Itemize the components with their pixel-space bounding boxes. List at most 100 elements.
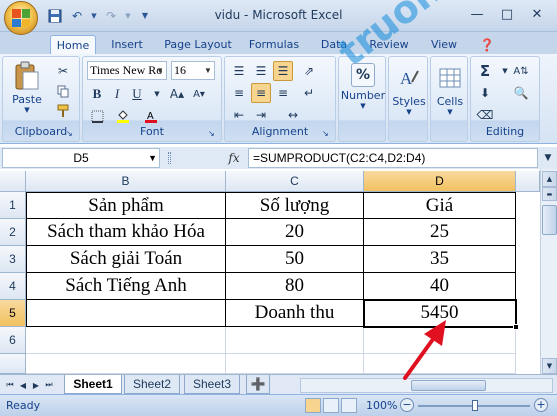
office-button[interactable] — [4, 1, 38, 35]
cell-d4[interactable]: 40 — [364, 273, 516, 300]
maximize-button[interactable]: □ — [493, 4, 521, 24]
tab-insert[interactable]: Insert — [104, 35, 150, 54]
borders-icon[interactable] — [87, 106, 107, 126]
align-bottom-icon[interactable]: ☰ — [273, 61, 293, 81]
next-sheet-icon[interactable]: ▶ — [30, 378, 42, 392]
align-center-icon[interactable]: ≡ — [251, 83, 271, 103]
row-header-7[interactable] — [0, 354, 26, 374]
row-header-2[interactable]: 2 — [0, 219, 26, 246]
cell-b5[interactable] — [26, 300, 226, 327]
last-sheet-icon[interactable]: ⏭ — [43, 378, 55, 392]
cell-d6[interactable] — [364, 327, 516, 354]
fill-color-icon[interactable] — [113, 106, 133, 126]
cell-c1[interactable]: Số lượng — [226, 192, 364, 219]
row-header-1[interactable]: 1 — [0, 192, 26, 219]
tab-formulas[interactable]: Formulas — [244, 35, 304, 54]
normal-view-icon[interactable] — [305, 398, 321, 413]
cell-c5[interactable]: Doanh thu — [226, 300, 364, 327]
zoom-level[interactable]: 100% — [366, 399, 397, 412]
align-right-icon[interactable]: ≡ — [273, 83, 293, 103]
insert-sheet-icon[interactable]: ➕ — [246, 375, 270, 394]
zoom-slider-thumb[interactable] — [472, 400, 478, 411]
row-header-6[interactable]: 6 — [0, 327, 26, 354]
tab-review[interactable]: Review — [364, 35, 414, 54]
bold-button[interactable]: B — [87, 84, 107, 104]
close-button[interactable]: ✕ — [523, 4, 551, 24]
sheet-tab-2[interactable]: Sheet2 — [124, 375, 180, 394]
scroll-up-icon[interactable]: ▲ — [542, 171, 557, 187]
insert-function-button[interactable]: fx — [222, 149, 246, 167]
sheet-tab-3[interactable]: Sheet3 — [184, 375, 240, 394]
cut-icon[interactable]: ✂ — [53, 61, 73, 81]
help-icon[interactable]: ❓ — [478, 35, 496, 54]
align-top-icon[interactable]: ☰ — [229, 61, 249, 81]
vertical-scrollbar[interactable]: ▲ ▬ ▼ — [540, 169, 557, 379]
wrap-text-icon[interactable]: ↵ — [299, 83, 319, 103]
first-sheet-icon[interactable]: ⏮ — [4, 378, 16, 392]
cell-c3[interactable]: 50 — [226, 246, 364, 273]
cell-c2[interactable]: 20 — [226, 219, 364, 246]
tab-page-layout[interactable]: Page Layout — [160, 35, 236, 54]
page-break-view-icon[interactable] — [341, 398, 357, 413]
cell-c4[interactable]: 80 — [226, 273, 364, 300]
column-header-c[interactable]: C — [226, 171, 364, 192]
cell-c6[interactable] — [226, 327, 364, 354]
cell-b4[interactable]: Sách Tiếng Anh — [26, 273, 226, 300]
format-painter-icon[interactable] — [53, 101, 73, 121]
scroll-down-icon[interactable]: ▼ — [542, 358, 557, 374]
minimize-button[interactable]: — — [463, 4, 491, 24]
copy-icon[interactable] — [53, 81, 73, 101]
horizontal-scrollbar[interactable] — [300, 378, 553, 393]
merge-center-icon[interactable]: ↔ — [283, 105, 303, 125]
name-box[interactable]: D5 ▼ — [2, 148, 160, 168]
expand-formula-bar-icon[interactable]: ▼ — [541, 148, 555, 168]
font-size-combo[interactable]: 16 ▼ — [171, 61, 215, 80]
underline-dropdown-icon[interactable]: ▼ — [147, 84, 167, 104]
fill-handle[interactable] — [513, 324, 519, 330]
find-select-icon[interactable]: 🔍 — [511, 83, 531, 103]
tab-data[interactable]: Data — [314, 35, 354, 54]
row-header-5[interactable]: 5 — [0, 300, 26, 327]
number-button[interactable]: % Number ▼ — [341, 63, 385, 110]
split-handle-icon[interactable]: ▬ — [542, 187, 557, 201]
cell-b2[interactable]: Sách tham khảo Hóa — [26, 219, 226, 246]
paste-dropdown-icon[interactable]: ▼ — [24, 106, 29, 114]
decrease-font-icon[interactable]: A▾ — [189, 84, 209, 104]
tab-view[interactable]: View — [424, 35, 464, 54]
formula-bar-divider[interactable] — [168, 152, 171, 164]
zoom-out-button[interactable]: − — [400, 398, 414, 412]
cell-b6[interactable] — [26, 327, 226, 354]
page-layout-view-icon[interactable] — [323, 398, 339, 413]
clipboard-launcher-icon[interactable]: ↘ — [66, 129, 76, 139]
orientation-icon[interactable]: ⇗ — [299, 61, 319, 81]
alignment-launcher-icon[interactable]: ↘ — [322, 129, 332, 139]
cell-c7[interactable] — [226, 354, 364, 374]
cell-d2[interactable]: 25 — [364, 219, 516, 246]
fill-icon[interactable]: ⬇ — [475, 83, 495, 103]
align-middle-icon[interactable]: ☰ — [251, 61, 271, 81]
font-launcher-icon[interactable]: ↘ — [208, 129, 218, 139]
styles-button[interactable]: A Styles ▼ — [391, 63, 427, 116]
font-color-icon[interactable]: A — [141, 106, 161, 126]
formula-input[interactable]: =SUMPRODUCT(C2:C4,D2:D4) — [248, 148, 538, 168]
font-name-dropdown-icon[interactable]: ▼ — [154, 62, 166, 79]
cell-d3[interactable]: 35 — [364, 246, 516, 273]
cell-b7[interactable] — [26, 354, 226, 374]
underline-button[interactable]: U — [127, 84, 147, 104]
sheet-tab-1[interactable]: Sheet1 — [64, 375, 122, 394]
autosum-icon[interactable]: Σ — [475, 61, 495, 81]
increase-indent-icon[interactable]: ⇥ — [251, 105, 271, 125]
column-header-d[interactable]: D — [364, 171, 516, 192]
tab-home[interactable]: Home — [50, 35, 96, 54]
clear-icon[interactable]: ⌫ — [475, 105, 495, 125]
row-header-4[interactable]: 4 — [0, 273, 26, 300]
column-header-b[interactable]: B — [26, 171, 226, 192]
row-header-3[interactable]: 3 — [0, 246, 26, 273]
italic-button[interactable]: I — [107, 84, 127, 104]
increase-font-icon[interactable]: A▴ — [167, 84, 187, 104]
align-left-icon[interactable]: ≡ — [229, 83, 249, 103]
zoom-in-button[interactable]: + — [534, 398, 548, 412]
cells-button[interactable]: Cells ▼ — [433, 63, 467, 116]
sort-filter-icon[interactable]: A⇅ — [511, 61, 531, 81]
cell-d7[interactable] — [364, 354, 516, 374]
